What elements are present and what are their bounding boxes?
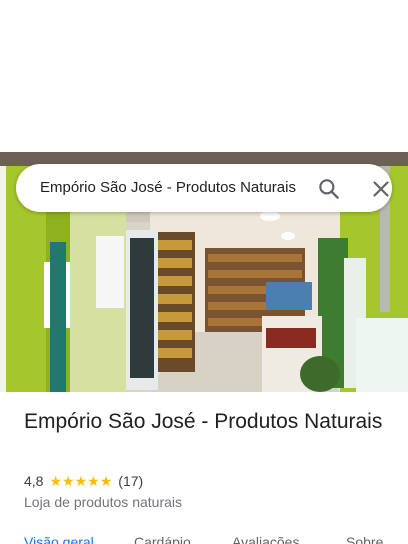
star-icon: ★	[49, 473, 63, 489]
place-tabs: Visão geral Cardápio Avaliações Sobre	[0, 530, 408, 544]
tab-reviews[interactable]: Avaliações	[232, 534, 299, 544]
rating-value: 4,8	[24, 473, 44, 489]
close-icon	[373, 181, 389, 197]
rating-row[interactable]: 4,8 ★ ★ ★ ★ ★ (17)	[24, 472, 143, 490]
search-icon	[319, 179, 339, 199]
review-count[interactable]: (17)	[118, 473, 143, 489]
clear-button[interactable]	[368, 176, 394, 202]
tab-overview[interactable]: Visão geral	[24, 534, 94, 544]
star-icon: ★	[62, 473, 75, 489]
rating-stars: ★ ★ ★ ★ ★	[49, 474, 112, 488]
search-input[interactable]: Empório São José - Produtos Naturais	[40, 164, 304, 212]
search-button[interactable]	[316, 176, 342, 202]
star-icon: ★	[87, 473, 100, 489]
search-bar: Empório São José - Produtos Naturais	[16, 164, 392, 212]
place-title: Empório São José - Produtos Naturais	[24, 410, 383, 433]
tab-about[interactable]: Sobre	[346, 534, 383, 544]
star-icon: ★	[99, 473, 113, 489]
place-category: Loja de produtos naturais	[24, 494, 182, 510]
tab-menu[interactable]: Cardápio	[134, 534, 191, 544]
star-icon: ★	[74, 473, 88, 489]
